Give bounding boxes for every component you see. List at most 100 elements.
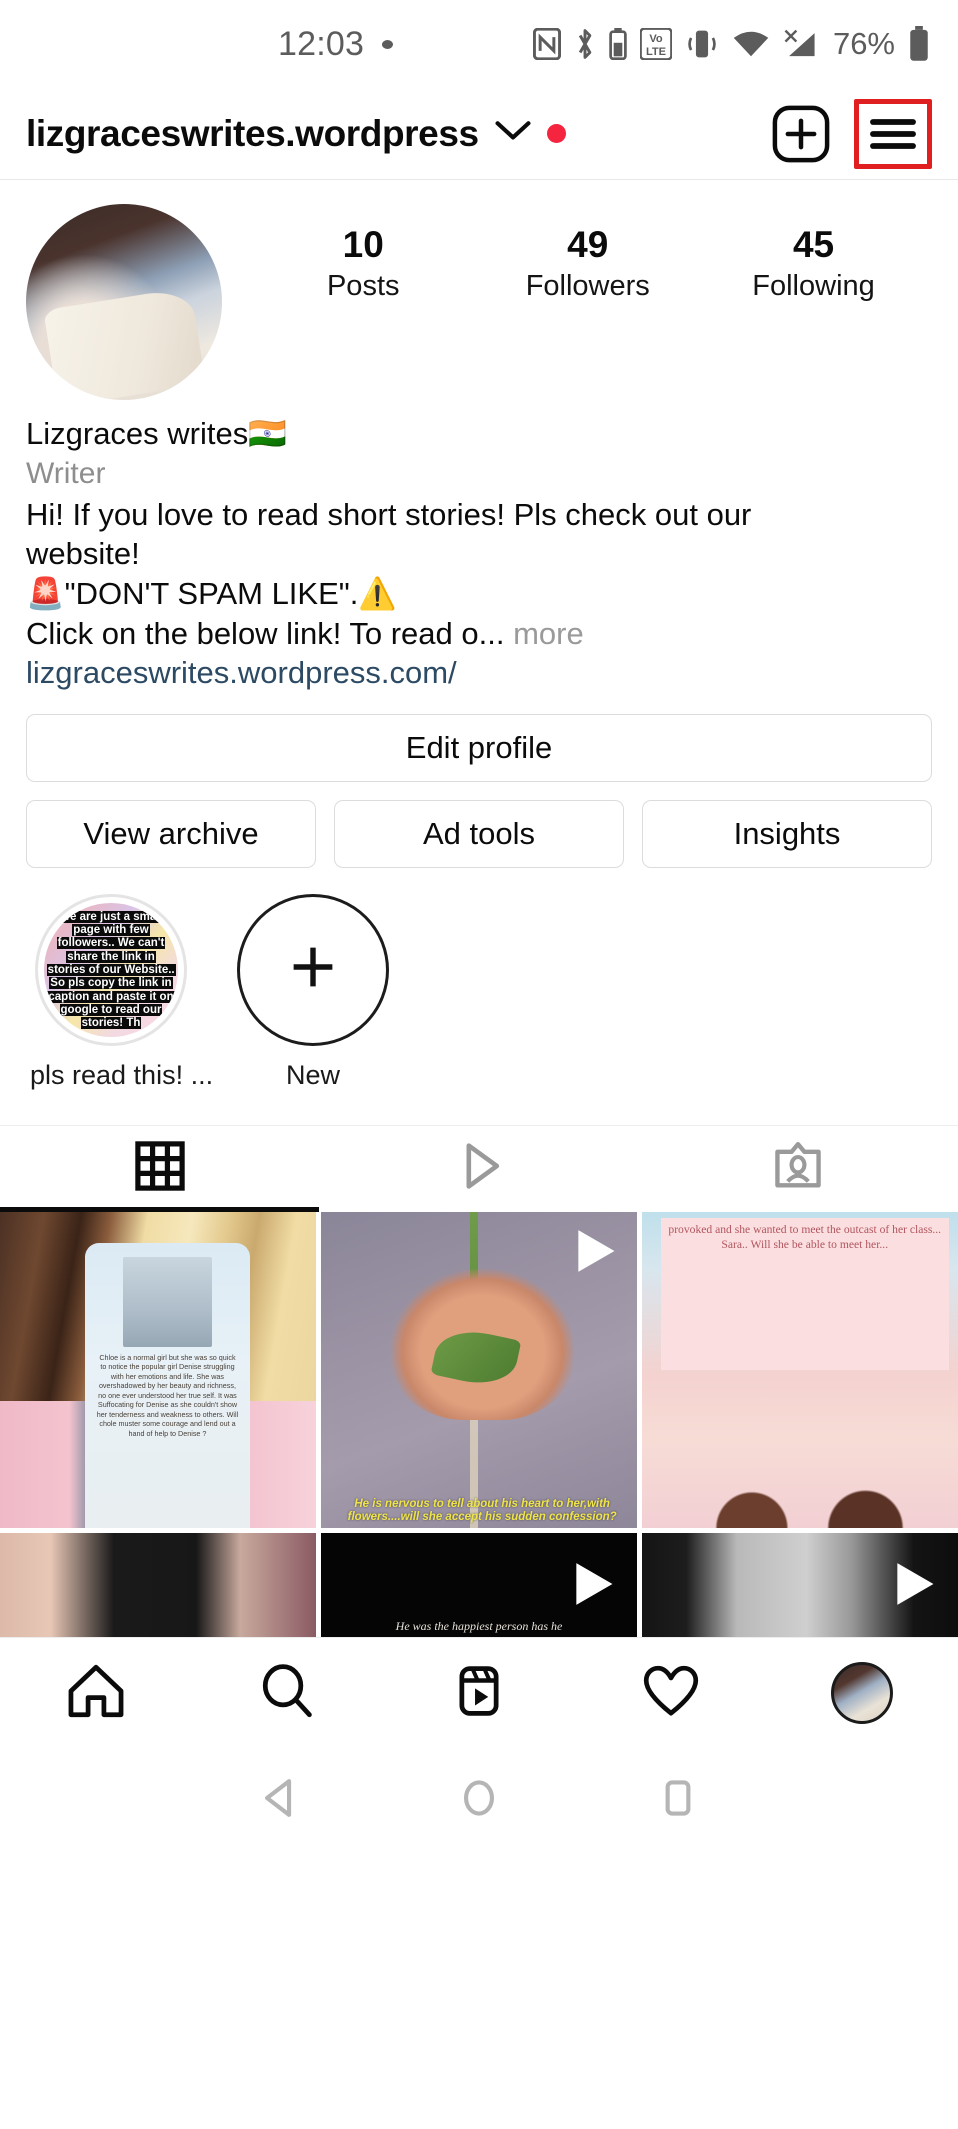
highlight-cover-text-inner: We are just a small page with few follow… [46, 910, 176, 1030]
post-5-overlay-text: He was the happiest person has he [395, 1619, 563, 1634]
stat-posts[interactable]: 10 Posts [303, 222, 423, 303]
highlight-new[interactable]: New [232, 893, 394, 1091]
nav-profile[interactable] [766, 1662, 958, 1725]
chevron-down-icon[interactable] [495, 119, 531, 148]
android-recents-button[interactable] [633, 1756, 723, 1846]
bottom-navigation [0, 1636, 958, 1749]
phone-screen: 12:03 Vo LTE 76% lizgraceswrites.wordpre… [0, 0, 958, 2129]
insights-button[interactable]: Insights [642, 799, 932, 868]
recents-square-icon [656, 1776, 700, 1825]
back-triangle-icon [258, 1776, 302, 1825]
main-menu-button[interactable] [854, 98, 932, 169]
home-circle-icon [457, 1776, 501, 1825]
create-post-button[interactable] [770, 103, 832, 165]
highlight-item[interactable]: We are just a small page with few follow… [30, 893, 214, 1091]
nav-home[interactable] [0, 1662, 192, 1725]
post-thumbnail[interactable] [642, 1532, 958, 1637]
view-archive-button[interactable]: View archive [26, 799, 316, 868]
profile-header: 10 Posts 49 Followers 45 Following [0, 180, 958, 400]
post-1-overlay-text: Chloe is a normal girl but she was so qu… [96, 1352, 239, 1438]
posts-count: 10 [342, 224, 384, 265]
highlight-cover-text: We are just a small page with few follow… [46, 910, 176, 1030]
edit-profile-button[interactable]: Edit profile [26, 713, 932, 782]
profile-tabs [0, 1124, 958, 1212]
highlight-cover: We are just a small page with few follow… [44, 902, 178, 1037]
profile-category: Writer [26, 457, 106, 491]
status-time: 12:03 [278, 24, 365, 63]
reel-play-icon [571, 1226, 619, 1281]
post-thumbnail[interactable]: He was the happiest person has he [321, 1532, 637, 1637]
grid-icon [134, 1140, 186, 1197]
battery-icon [910, 26, 928, 61]
profile-stats: 10 Posts 49 Followers 45 Following [222, 204, 932, 303]
status-notification-dot-icon [382, 39, 394, 49]
status-bar: 12:03 Vo LTE 76% [0, 0, 958, 88]
profile-actions: Edit profile View archive Ad tools Insig… [0, 694, 958, 868]
profile-bio: Lizgraces writes🇮🇳 Writer Hi! If you lov… [0, 400, 958, 694]
post-1-text-card: Chloe is a normal girl but she was so qu… [85, 1243, 250, 1528]
story-highlights: We are just a small page with few follow… [0, 868, 958, 1091]
secondary-actions-row: View archive Ad tools Insights [26, 799, 932, 868]
bio-line-2: website! [26, 536, 140, 572]
bio-line-4: Click on the below link! To read o... mo… [26, 614, 932, 654]
highlight-ring: We are just a small page with few follow… [35, 893, 187, 1046]
following-count: 45 [792, 224, 835, 265]
heart-icon [641, 1662, 701, 1725]
post-thumbnail[interactable]: Chloe is a normal girl but she was so qu… [0, 1211, 316, 1528]
post-thumbnail[interactable]: provoked and she wanted to meet the outc… [642, 1211, 958, 1528]
ad-tools-button[interactable]: Ad tools [334, 799, 624, 868]
bluetooth-battery-icon [609, 28, 627, 60]
bio-line-1: Hi! If you love to read short stories! P… [26, 496, 752, 532]
home-icon [65, 1662, 127, 1725]
bio-line-3: 🚨"DON'T SPAM LIKE".⚠️ [26, 576, 397, 612]
activity-dot-icon [546, 124, 566, 143]
bio-website-link[interactable]: lizgraceswrites.wordpress.com/ [26, 653, 932, 693]
post-3-figures [660, 1432, 946, 1528]
bio-line-4-text: Click on the below link! To read o... [26, 615, 505, 651]
account-username[interactable]: lizgraceswrites.wordpress [26, 113, 479, 155]
post-3-overlay-text: provoked and she wanted to meet the outc… [668, 1223, 942, 1252]
new-highlight-circle [237, 893, 389, 1046]
battery-percent-label: 76% [832, 26, 895, 61]
tagged-person-icon [771, 1139, 825, 1198]
followers-count: 49 [567, 224, 609, 265]
app-header-actions [770, 98, 932, 169]
volte-icon: Vo LTE [639, 28, 672, 60]
post-1-sketch [122, 1257, 212, 1347]
nfc-icon [532, 28, 561, 60]
bio-more-link[interactable]: more [504, 616, 584, 651]
stat-following[interactable]: 45 Following [752, 222, 875, 303]
post-2-overlay-text: He is nervous to tell about his heart to… [347, 1497, 617, 1524]
android-navigation-bar [0, 1748, 958, 1853]
cellular-no-service-icon [784, 29, 815, 57]
post-thumbnail[interactable]: He is nervous to tell about his heart to… [321, 1211, 637, 1528]
app-header: lizgraceswrites.wordpress [0, 88, 958, 180]
android-back-button[interactable] [235, 1756, 325, 1846]
nav-activity[interactable] [575, 1662, 767, 1725]
vibrate-icon [688, 30, 716, 58]
search-icon [257, 1662, 317, 1725]
display-name: Lizgraces writes🇮🇳 [26, 416, 287, 451]
new-highlight-label: New [285, 1059, 340, 1090]
play-triangle-icon [451, 1138, 507, 1199]
plus-icon [282, 936, 344, 1003]
post-thumbnail[interactable] [0, 1532, 316, 1637]
followers-label: Followers [525, 270, 650, 303]
svg-text:Vo: Vo [649, 33, 663, 45]
stat-followers[interactable]: 49 Followers [526, 222, 650, 303]
tab-grid[interactable] [0, 1126, 320, 1212]
profile-avatar [831, 1662, 894, 1725]
wifi-icon [733, 31, 769, 57]
android-home-button[interactable] [434, 1756, 524, 1846]
nav-search[interactable] [192, 1662, 384, 1725]
tab-tagged[interactable] [639, 1126, 958, 1212]
profile-avatar[interactable] [26, 204, 222, 400]
tab-reels[interactable] [319, 1126, 638, 1212]
reel-play-icon [890, 1559, 938, 1614]
following-label: Following [752, 270, 875, 303]
status-bar-right: Vo LTE 76% [532, 26, 930, 62]
svg-text:LTE: LTE [646, 46, 666, 58]
reels-icon [450, 1662, 508, 1725]
highlight-label: pls read this! ... [30, 1059, 214, 1090]
nav-reels[interactable] [383, 1662, 575, 1725]
